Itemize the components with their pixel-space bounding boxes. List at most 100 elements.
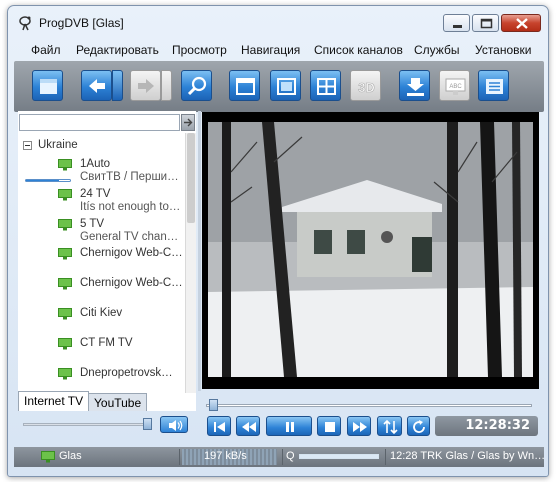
svg-text:ABC: ABC [449, 84, 462, 90]
teletext-icon: ABC [445, 78, 466, 95]
fullscreen-button[interactable] [270, 70, 301, 101]
channel-item[interactable]: CT FM TV [58, 329, 183, 359]
back-arrow-icon [89, 79, 105, 93]
menu-settings[interactable]: Установки [475, 43, 531, 57]
menu-file[interactable]: Файл [31, 43, 61, 57]
menu-edit[interactable]: Редактировать [76, 43, 159, 57]
search-go-button[interactable] [181, 114, 195, 131]
channel-item[interactable]: 1Auto СвитТВ / Перши… [58, 157, 183, 187]
menu-channel-list[interactable]: Список каналов [314, 43, 403, 57]
tv-icon [58, 189, 72, 201]
mosaic-button[interactable] [310, 70, 341, 101]
channel-program: Itís not enough to… [80, 201, 181, 213]
audio-tracks-icon [383, 419, 398, 435]
search-icon [187, 76, 207, 96]
rewind-icon [242, 422, 256, 432]
menu-view[interactable]: Просмотр [172, 43, 227, 57]
volume-slider[interactable] [23, 423, 149, 426]
channel-progress-fill [26, 180, 59, 181]
scrollbar-thumb[interactable] [187, 133, 195, 223]
channel-name: CT FM TV [80, 337, 133, 349]
status-bar: Glas 197 kB/s Q 12:28 TRK Glas / Glas by… [14, 447, 546, 467]
pause-icon [286, 422, 294, 432]
svg-text:3D: 3D [358, 80, 375, 95]
minimize-button[interactable] [443, 14, 470, 32]
stop-button[interactable] [317, 416, 341, 436]
main-window: ProgDVB [Glas] Файл Редактировать Просмо… [7, 5, 549, 477]
channel-panel: Ukraine 1Auto СвитТВ / Перши… 24 TV Itís… [18, 111, 196, 411]
maximize-icon [480, 18, 493, 29]
fast-forward-icon [353, 422, 367, 432]
status-channel: Glas [59, 450, 82, 462]
tab-internet-tv[interactable]: Internet TV [18, 391, 90, 411]
tv-icon [58, 368, 72, 380]
refresh-button[interactable] [407, 416, 430, 436]
channel-item[interactable]: Citi Kiev [58, 299, 183, 329]
channel-program: СвитТВ / Перши… [80, 171, 179, 183]
minimize-icon [453, 25, 462, 28]
close-button[interactable] [501, 14, 541, 32]
record-button[interactable] [399, 70, 430, 101]
channel-list-button[interactable] [32, 70, 63, 101]
epg-button[interactable] [478, 70, 509, 101]
tv-icon [41, 451, 55, 463]
status-divider [385, 449, 386, 465]
channel-search-input[interactable] [19, 114, 180, 131]
window-mode-button[interactable] [229, 70, 260, 101]
channel-item[interactable]: Chernigov Web-C… [58, 239, 183, 269]
pause-button[interactable] [266, 416, 312, 436]
arrow-right-icon [184, 118, 193, 127]
tab-youtube[interactable]: YouTube [88, 393, 148, 411]
satellite-app-icon [19, 16, 31, 31]
volume-slider-thumb[interactable] [143, 418, 152, 430]
3d-button[interactable]: 3D [350, 70, 381, 101]
tv-icon [58, 159, 72, 171]
status-divider [282, 449, 283, 465]
window-title: ProgDVB [Glas] [39, 16, 124, 30]
seek-bar-thumb[interactable] [209, 399, 218, 411]
status-program-info: 12:28 TRK Glas / Glas by Wn… [390, 450, 546, 462]
current-time: 12:28:32 [435, 416, 538, 436]
collapse-icon[interactable] [23, 141, 32, 150]
channel-list-scrollbar[interactable] [185, 133, 196, 393]
audio-tracks-button[interactable] [377, 416, 402, 436]
channel-name: 1Auto [80, 158, 111, 170]
panel-splitter[interactable] [198, 111, 201, 391]
title-bar[interactable]: ProgDVB [Glas] [8, 6, 548, 38]
tv-icon [58, 219, 72, 231]
skip-back-button[interactable] [207, 416, 231, 436]
signal-quality-bar [299, 454, 379, 459]
menu-bar: Файл Редактировать Просмотр Навигация Сп… [8, 40, 548, 60]
channel-item[interactable]: Chernigov Web-C… [58, 269, 183, 299]
teletext-button[interactable]: ABC [439, 70, 470, 101]
seek-bar[interactable] [206, 404, 532, 407]
fullscreen-icon [277, 78, 296, 95]
back-button[interactable] [81, 70, 112, 101]
close-icon [516, 18, 528, 29]
video-frame [202, 112, 539, 389]
fast-forward-button[interactable] [347, 416, 371, 436]
window-mode-icon [236, 78, 255, 95]
channel-name: 24 TV [80, 188, 111, 200]
search-button[interactable] [181, 70, 212, 101]
group-label: Ukraine [38, 139, 78, 151]
forward-button[interactable] [130, 70, 161, 101]
channel-progress-bar [25, 179, 71, 182]
menu-services[interactable]: Службы [414, 43, 459, 57]
record-download-icon [407, 78, 424, 96]
tv-icon [58, 278, 72, 290]
channel-list-icon [40, 79, 57, 94]
back-dropdown[interactable] [112, 70, 123, 101]
channel-name: Chernigov Web-C… [80, 247, 183, 259]
refresh-icon [413, 420, 425, 433]
rewind-button[interactable] [236, 416, 260, 436]
forward-dropdown[interactable] [161, 70, 172, 101]
channel-item[interactable]: Dnepropetrovsk… [58, 359, 183, 389]
tv-icon [58, 248, 72, 260]
maximize-button[interactable] [472, 14, 499, 32]
channel-item[interactable]: 24 TV Itís not enough to… [58, 187, 183, 217]
menu-navigation[interactable]: Навигация [241, 43, 300, 57]
forward-arrow-icon [138, 79, 154, 93]
channel-tree: Ukraine 1Auto СвитТВ / Перши… 24 TV Itís… [18, 133, 184, 393]
mute-button[interactable] [160, 416, 188, 433]
